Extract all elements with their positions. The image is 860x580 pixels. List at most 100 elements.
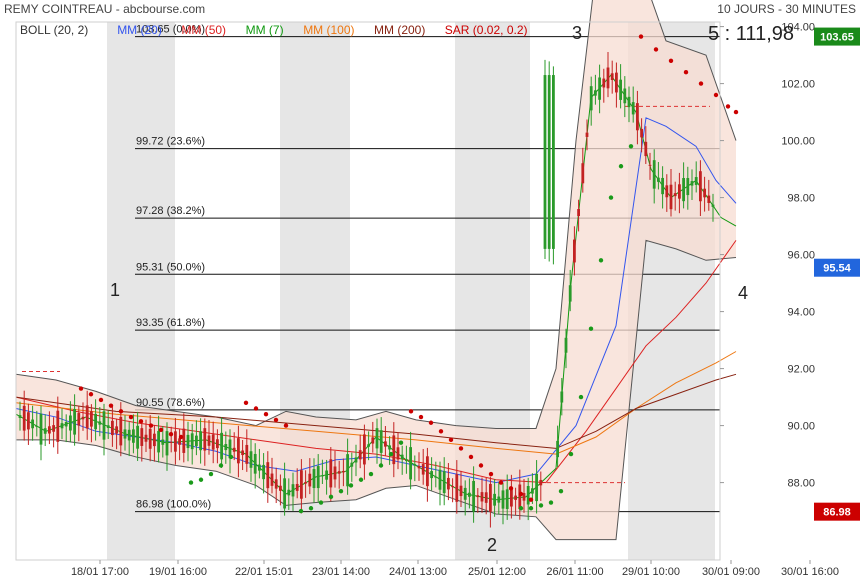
candle-body (266, 462, 270, 489)
candle-body (123, 429, 127, 439)
candle-body (195, 435, 198, 446)
candle-body (694, 177, 698, 185)
candle-body (640, 128, 643, 138)
candle-body (253, 453, 257, 474)
candle-body (98, 421, 102, 425)
sar-dot (263, 412, 269, 417)
candle-body (472, 480, 475, 512)
y-tick-label: 90.00 (787, 421, 815, 433)
candle-body (274, 479, 278, 489)
y-tick-label: 88.00 (787, 478, 815, 490)
candle-body (409, 447, 412, 480)
sar-dot (128, 414, 134, 420)
candle-body (417, 466, 421, 469)
legend-item: MM (20) (117, 23, 162, 37)
candle-body (426, 456, 429, 487)
candle-body (556, 440, 559, 458)
sar-dot (298, 508, 304, 514)
candle-body (476, 495, 480, 498)
candle-body (627, 96, 631, 108)
candle-body (346, 454, 349, 487)
candle-body (400, 454, 404, 460)
y-tick-label: 92.00 (787, 364, 815, 376)
marker-3: 3 (572, 23, 582, 43)
candle-body (367, 444, 370, 447)
sar-dot (528, 506, 534, 511)
candle-body (577, 209, 580, 217)
sar-dot (418, 414, 424, 420)
sar-dot (518, 506, 524, 511)
sar-dot (168, 431, 174, 437)
candle-body (421, 464, 425, 475)
candle-body (388, 445, 391, 450)
candle-body (392, 435, 396, 465)
candle-body (308, 473, 312, 487)
candle-body (18, 415, 22, 418)
candle-body (682, 178, 685, 202)
candle-body (396, 447, 400, 460)
price-tag-label: 95.54 (823, 263, 851, 275)
sar-dot (98, 397, 104, 403)
candle-body (568, 285, 572, 302)
candle-body (631, 102, 635, 115)
sar-dot (88, 392, 94, 397)
sar-dot (508, 486, 514, 491)
candle-body (220, 432, 223, 460)
sar-dot (138, 419, 144, 424)
sar-dot (408, 409, 414, 414)
y-tick-label: 98.00 (787, 193, 815, 205)
sar-dot (178, 434, 184, 440)
x-tick-label: 19/01 16:00 (149, 566, 207, 578)
sar-dot (228, 454, 234, 460)
candle-body (547, 75, 551, 249)
candle-body (363, 434, 366, 465)
sar-dot (638, 34, 644, 39)
candle-body (585, 132, 589, 137)
sar-dot (725, 104, 731, 109)
candle-body (165, 431, 169, 456)
sar-dot (468, 454, 474, 460)
legend-item: MM (200) (374, 23, 425, 37)
fib-label: 86.98 (100.0%) (136, 499, 211, 511)
candle-body (463, 487, 467, 500)
candle-body (169, 442, 173, 444)
candle-body (232, 447, 236, 452)
candle-body (531, 488, 534, 494)
sar-dot (243, 400, 249, 405)
candle-body (539, 479, 543, 486)
chart-title: REMY COINTREAU - abcbourse.com (4, 2, 205, 16)
candle-body (711, 204, 715, 207)
x-tick-label: 24/01 13:00 (389, 566, 447, 578)
candle-body (342, 470, 345, 473)
sar-dot (478, 463, 484, 468)
sar-dot (528, 497, 534, 502)
sar-dot (683, 70, 689, 75)
x-tick-label: 26/01 11:00 (546, 566, 603, 578)
candle-body (564, 337, 568, 353)
candle-body (27, 412, 30, 430)
sar-dot (208, 471, 214, 477)
candle-body (333, 466, 337, 480)
candle-body (186, 434, 190, 449)
candle-body (249, 451, 253, 468)
x-tick-label: 18/01 17:00 (71, 566, 129, 578)
candle-body (497, 496, 501, 503)
candle-body (430, 471, 433, 479)
sar-dot (488, 471, 494, 477)
fib-label: 93.35 (61.8%) (136, 317, 205, 329)
candle-body (636, 103, 639, 131)
price-tags: 103.65 95.54 86.98 (814, 27, 860, 521)
candle-body (648, 164, 652, 166)
candle-body (413, 464, 417, 466)
price-tag-label: 86.98 (823, 507, 851, 519)
candle-body (489, 483, 492, 512)
candle-body (178, 438, 181, 445)
candle-body (610, 73, 614, 81)
chart-period: 10 JOURS - 30 MINUTES (717, 2, 856, 16)
candle-body (258, 464, 261, 471)
candle-body (703, 188, 706, 198)
candle-body (678, 184, 681, 199)
candle-body (526, 486, 530, 505)
candle-body (321, 475, 324, 477)
candle-body (245, 444, 249, 464)
